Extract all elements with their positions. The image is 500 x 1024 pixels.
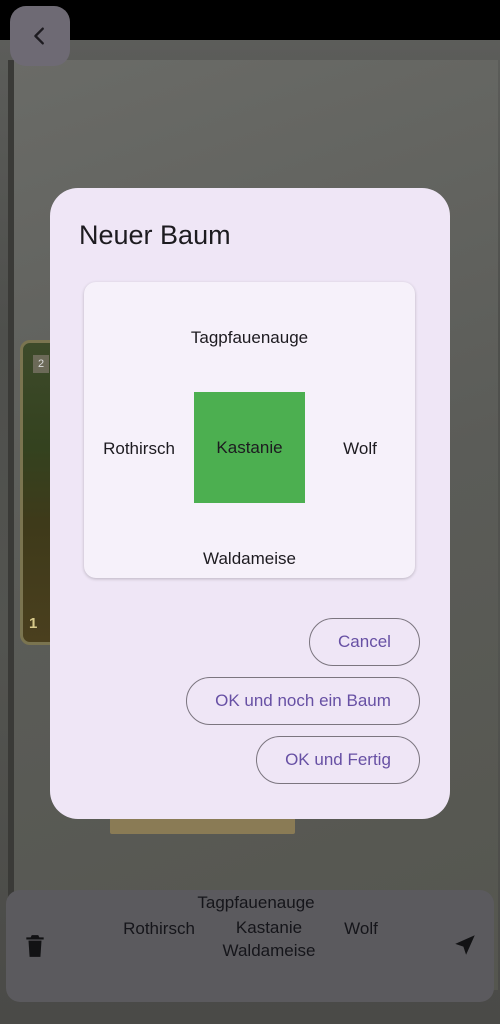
neighbor-right[interactable]: Wolf — [336, 439, 384, 459]
summary-left: Rothirsch — [123, 919, 195, 938]
cancel-button[interactable]: Cancel — [309, 618, 420, 666]
summary-center: Kastanie — [235, 918, 303, 937]
tree-center-label: Kastanie — [216, 437, 283, 457]
neighbor-bottom[interactable]: Waldameise — [184, 549, 315, 569]
summary-right: Wolf — [344, 919, 378, 938]
neighbor-left[interactable]: Rothirsch — [94, 439, 184, 459]
ok-and-done-button[interactable]: OK und Fertig — [256, 736, 420, 784]
neighbor-top[interactable]: Tagpfauenauge — [184, 328, 315, 348]
bottom-panel: Tagpfauenauge Rothirsch Kastanie Wolf Wa… — [6, 890, 494, 1002]
background-card-number: 2 — [33, 355, 49, 373]
summary-top: Tagpfauenauge — [197, 893, 315, 912]
ok-and-another-tree-button[interactable]: OK und noch ein Baum — [186, 677, 420, 725]
trash-icon[interactable] — [22, 932, 48, 960]
dialog-title: Neuer Baum — [79, 220, 231, 250]
tree-center-tile[interactable]: Kastanie — [194, 392, 305, 503]
background-card-footer: 1 — [29, 615, 38, 632]
status-bar — [0, 0, 500, 40]
back-button[interactable] — [10, 6, 70, 66]
chevron-left-icon — [34, 27, 44, 45]
summary-bottom: Waldameise — [222, 941, 316, 960]
tree-neighbors-card: Tagpfauenauge Rothirsch Kastanie Wolf Wa… — [84, 282, 415, 578]
send-icon[interactable] — [452, 932, 478, 958]
new-tree-dialog: Neuer Baum Tagpfauenauge Rothirsch Kasta… — [50, 188, 450, 819]
